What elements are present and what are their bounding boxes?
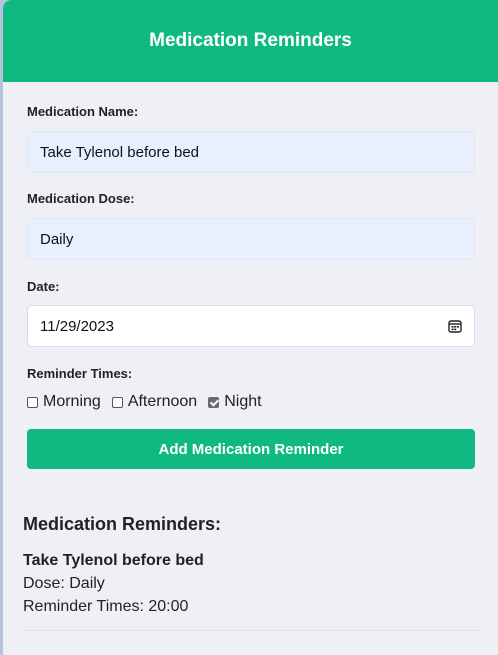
afternoon-checkbox[interactable]: Afternoon bbox=[111, 393, 198, 411]
divider bbox=[23, 630, 480, 631]
reminder-list-title: Medication Reminders: bbox=[23, 514, 222, 534]
date-value: 11/29/2023 bbox=[40, 317, 114, 335]
reminder-form: Medication Name: Take Tylenol before bed… bbox=[3, 82, 498, 469]
night-checkbox[interactable]: Night bbox=[208, 393, 262, 411]
medication-name-input[interactable]: Take Tylenol before bed bbox=[27, 131, 475, 173]
night-checkbox-label: Night bbox=[224, 393, 262, 410]
calendar-icon[interactable] bbox=[448, 319, 462, 333]
medication-dose-input[interactable]: Daily bbox=[27, 218, 475, 260]
medication-dose-label: Medication Dose: bbox=[27, 191, 135, 206]
medication-name-label: Medication Name: bbox=[27, 104, 139, 119]
list-item: Take Tylenol before bed Dose: Daily Remi… bbox=[23, 552, 498, 631]
afternoon-checkbox-label: Afternoon bbox=[127, 393, 198, 410]
reminder-dose: Dose: Daily bbox=[23, 575, 105, 592]
night-checkbox-box[interactable] bbox=[208, 396, 220, 408]
reminder-times-label: Reminder Times: bbox=[27, 366, 133, 381]
date-input[interactable]: 11/29/2023 bbox=[27, 305, 475, 347]
reminder-times: Reminder Times: 20:00 bbox=[23, 598, 189, 615]
reminder-card: Medication Reminders Medication Name: Ta… bbox=[3, 0, 498, 655]
reminder-times-group: Morning Afternoon Night bbox=[27, 393, 498, 411]
morning-checkbox[interactable]: Morning bbox=[27, 393, 101, 411]
reminder-name: Take Tylenol before bed bbox=[23, 552, 204, 569]
add-reminder-button[interactable]: Add Medication Reminder bbox=[27, 429, 475, 469]
morning-checkbox-box[interactable] bbox=[27, 396, 38, 408]
date-label: Date: bbox=[27, 279, 60, 294]
page-title: Medication Reminders bbox=[3, 0, 498, 82]
afternoon-checkbox-box[interactable] bbox=[111, 396, 123, 408]
reminder-list: Medication Reminders: Take Tylenol befor… bbox=[3, 514, 498, 631]
morning-checkbox-label: Morning bbox=[43, 393, 101, 410]
